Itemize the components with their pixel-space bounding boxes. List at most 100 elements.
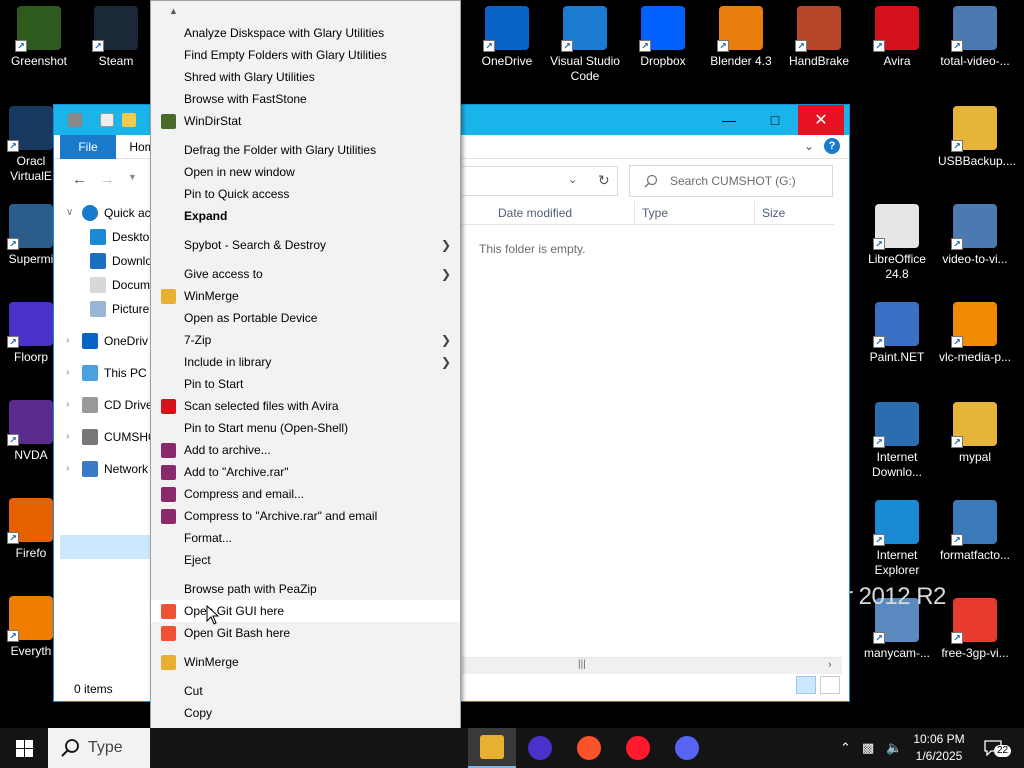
column-size[interactable]: Size	[762, 206, 785, 220]
menu-item-eject[interactable]: Eject	[151, 549, 460, 571]
chevron-right-icon[interactable]: ›	[66, 425, 76, 449]
scroll-thumb-grip-icon[interactable]: |||	[578, 659, 586, 670]
desktop-icon-dropbox[interactable]: ↗ Dropbox	[626, 6, 700, 69]
nav-item-star[interactable]: ∨ Quick ac	[54, 201, 154, 225]
desktop-icon-avira[interactable]: ↗ Avira	[860, 6, 934, 69]
minimize-button[interactable]: —	[706, 105, 752, 135]
desktop-icon-usbbackup[interactable]: ↗ USBBackup....	[938, 106, 1016, 169]
desktop-icon-formatfactory[interactable]: ↗ formatfacto...	[938, 500, 1012, 563]
maximize-button[interactable]: □	[752, 105, 798, 135]
menu-item-compress-to-archive-rar-and-email[interactable]: Compress to "Archive.rar" and email	[151, 505, 460, 527]
close-button[interactable]: ✕	[798, 105, 844, 135]
desktop-icon-greenshot[interactable]: ↗ Greenshot	[2, 6, 76, 69]
desktop-icon-libreoffice[interactable]: ↗ LibreOffice 24.8	[860, 204, 934, 282]
menu-item-add-to-archive-rar[interactable]: Add to "Archive.rar"	[151, 461, 460, 483]
chevron-right-icon[interactable]: ›	[66, 361, 76, 385]
menu-item-defrag-the-folder-with-glary-utilities[interactable]: Defrag the Folder with Glary Utilities	[151, 139, 460, 161]
desktop-icon-internet-downlo[interactable]: ↗ Internet Downlo...	[860, 402, 934, 480]
forward-arrow-icon[interactable]: →	[100, 171, 115, 188]
chevron-right-icon[interactable]: ›	[66, 329, 76, 353]
menu-item-windirstat[interactable]: WinDirStat	[151, 110, 460, 132]
navigation-pane[interactable]: ∨ Quick ac Deskto Downlo Docum Picture › OneDri…	[54, 199, 157, 669]
horizontal-scrollbar[interactable]: ||| ›	[462, 657, 842, 674]
recent-locations-icon[interactable]: ▼	[128, 172, 137, 182]
desktop-icon-video-to-vi[interactable]: ↗ video-to-vi...	[938, 204, 1012, 267]
menu-item-scan-selected-files-with-avira[interactable]: Scan selected files with Avira	[151, 395, 460, 417]
clock[interactable]: 10:06 PM 1/6/2025	[904, 731, 974, 765]
menu-item-pin-to-quick-access[interactable]: Pin to Quick access	[151, 183, 460, 205]
ribbon-expand-icon[interactable]: ⌄	[804, 139, 814, 153]
nav-item-computer[interactable]: › This PC	[54, 361, 154, 385]
desktop-icon-mypal[interactable]: ↗ mypal	[938, 402, 1012, 465]
context-menu[interactable]: ▲ ▼ Analyze Diskspace with Glary Utiliti…	[150, 0, 461, 768]
chevron-down-icon[interactable]: ∨	[66, 201, 76, 225]
menu-item-expand[interactable]: Expand	[151, 205, 460, 227]
nav-item-pictures[interactable]: Picture	[54, 297, 154, 321]
menu-scroll-up-icon[interactable]: ▲	[169, 7, 179, 16]
desktop-icon-blender[interactable]: ↗ Blender 4.3	[704, 6, 778, 69]
network-icon[interactable]: ▩	[862, 740, 874, 756]
menu-item-winmerge[interactable]: WinMerge	[151, 285, 460, 307]
desktop-icon-paintnet[interactable]: ↗ Paint.NET	[860, 302, 934, 365]
menu-item-open-as-portable-device[interactable]: Open as Portable Device	[151, 307, 460, 329]
taskbar-app-discord[interactable]	[663, 728, 711, 768]
nav-item-onedrive[interactable]: › OneDriv	[54, 329, 154, 353]
show-hidden-icons-icon[interactable]: ⌃	[840, 740, 851, 756]
nav-item-drive[interactable]: › CUMSHO	[54, 425, 157, 449]
menu-item-spybot-search-destroy[interactable]: Spybot - Search & Destroy ❯	[151, 234, 460, 256]
menu-item-winmerge[interactable]: WinMerge	[151, 651, 460, 673]
menu-item-include-in-library[interactable]: Include in library ❯	[151, 351, 460, 373]
nav-item-download[interactable]: Downlo	[54, 249, 154, 273]
menu-item-find-empty-folders-with-glary-utilities[interactable]: Find Empty Folders with Glary Utilities	[151, 44, 460, 66]
desktop-icon-vlc[interactable]: ↗ vlc-media-p...	[938, 302, 1012, 365]
address-dropdown-icon[interactable]: ⌄	[568, 173, 577, 186]
nav-item-cd-drive[interactable]: › CD Drive	[54, 393, 154, 417]
desktop-icon-steam[interactable]: ↗ Steam	[79, 6, 153, 69]
back-arrow-icon[interactable]: ←	[72, 171, 87, 188]
desktop-icon-handbrake[interactable]: ↗ HandBrake	[782, 6, 856, 69]
new-folder-icon[interactable]	[122, 113, 136, 127]
refresh-icon[interactable]: ↻	[598, 172, 610, 189]
desktop-icon-free-3gp[interactable]: ↗ free-3gp-vi...	[938, 598, 1012, 661]
desktop-icon-vscode[interactable]: ↗ Visual Studio Code	[548, 6, 622, 84]
volume-icon[interactable]: 🔈	[886, 740, 902, 756]
chevron-right-icon[interactable]: ›	[66, 393, 76, 417]
menu-item-compress-and-email[interactable]: Compress and email...	[151, 483, 460, 505]
menu-item-browse-with-faststone[interactable]: Browse with FastStone	[151, 88, 460, 110]
taskbar-search[interactable]: Type here	[48, 728, 150, 768]
scroll-right-arrow-icon[interactable]: ›	[828, 659, 832, 671]
menu-item-shred-with-glary-utilities[interactable]: Shred with Glary Utilities	[151, 66, 460, 88]
tab-file[interactable]: File	[60, 135, 116, 159]
notifications-button[interactable]: 22	[984, 738, 1012, 758]
menu-item-open-git-bash-here[interactable]: Open Git Bash here	[151, 622, 460, 644]
large-icons-view-icon[interactable]	[820, 676, 840, 694]
nav-item-document[interactable]: Docum	[54, 273, 154, 297]
menu-item-copy[interactable]: Copy	[151, 702, 460, 724]
nav-item-network[interactable]: › Network	[54, 457, 154, 481]
menu-item-open-in-new-window[interactable]: Open in new window	[151, 161, 460, 183]
desktop-icon-internet-explorer[interactable]: ↗ Internet Explorer	[860, 500, 934, 578]
menu-item-open-git-gui-here[interactable]: Open Git GUI here	[151, 600, 460, 622]
properties-icon[interactable]	[100, 113, 114, 127]
menu-item-add-to-archive[interactable]: Add to archive...	[151, 439, 460, 461]
column-date-modified[interactable]: Date modified	[498, 206, 572, 220]
search-input[interactable]: Search CUMSHOT (G:)	[629, 165, 833, 197]
column-type[interactable]: Type	[642, 206, 668, 220]
details-view-icon[interactable]	[796, 676, 816, 694]
menu-item-give-access-to[interactable]: Give access to ❯	[151, 263, 460, 285]
menu-item-analyze-diskspace-with-glary-utilities[interactable]: Analyze Diskspace with Glary Utilities	[151, 22, 460, 44]
menu-item-browse-path-with-peazip[interactable]: Browse path with PeaZip	[151, 578, 460, 600]
menu-item-pin-to-start-menu-open-shell[interactable]: Pin to Start menu (Open-Shell)	[151, 417, 460, 439]
nav-item-desktop[interactable]: Deskto	[54, 225, 154, 249]
taskbar-app-floorp[interactable]	[516, 728, 564, 768]
menu-item-cut[interactable]: Cut	[151, 680, 460, 702]
chevron-right-icon[interactable]: ›	[66, 457, 76, 481]
taskbar-app-brave[interactable]	[565, 728, 613, 768]
help-icon[interactable]: ?	[824, 138, 840, 154]
menu-item-format[interactable]: Format...	[151, 527, 460, 549]
taskbar-app-opera[interactable]	[614, 728, 662, 768]
desktop-icon-onedrive[interactable]: ↗ OneDrive	[470, 6, 544, 69]
desktop-icon-total-video[interactable]: ↗ total-video-...	[938, 6, 1012, 69]
taskbar-app-file-explorer[interactable]	[468, 728, 516, 768]
menu-item-pin-to-start[interactable]: Pin to Start	[151, 373, 460, 395]
